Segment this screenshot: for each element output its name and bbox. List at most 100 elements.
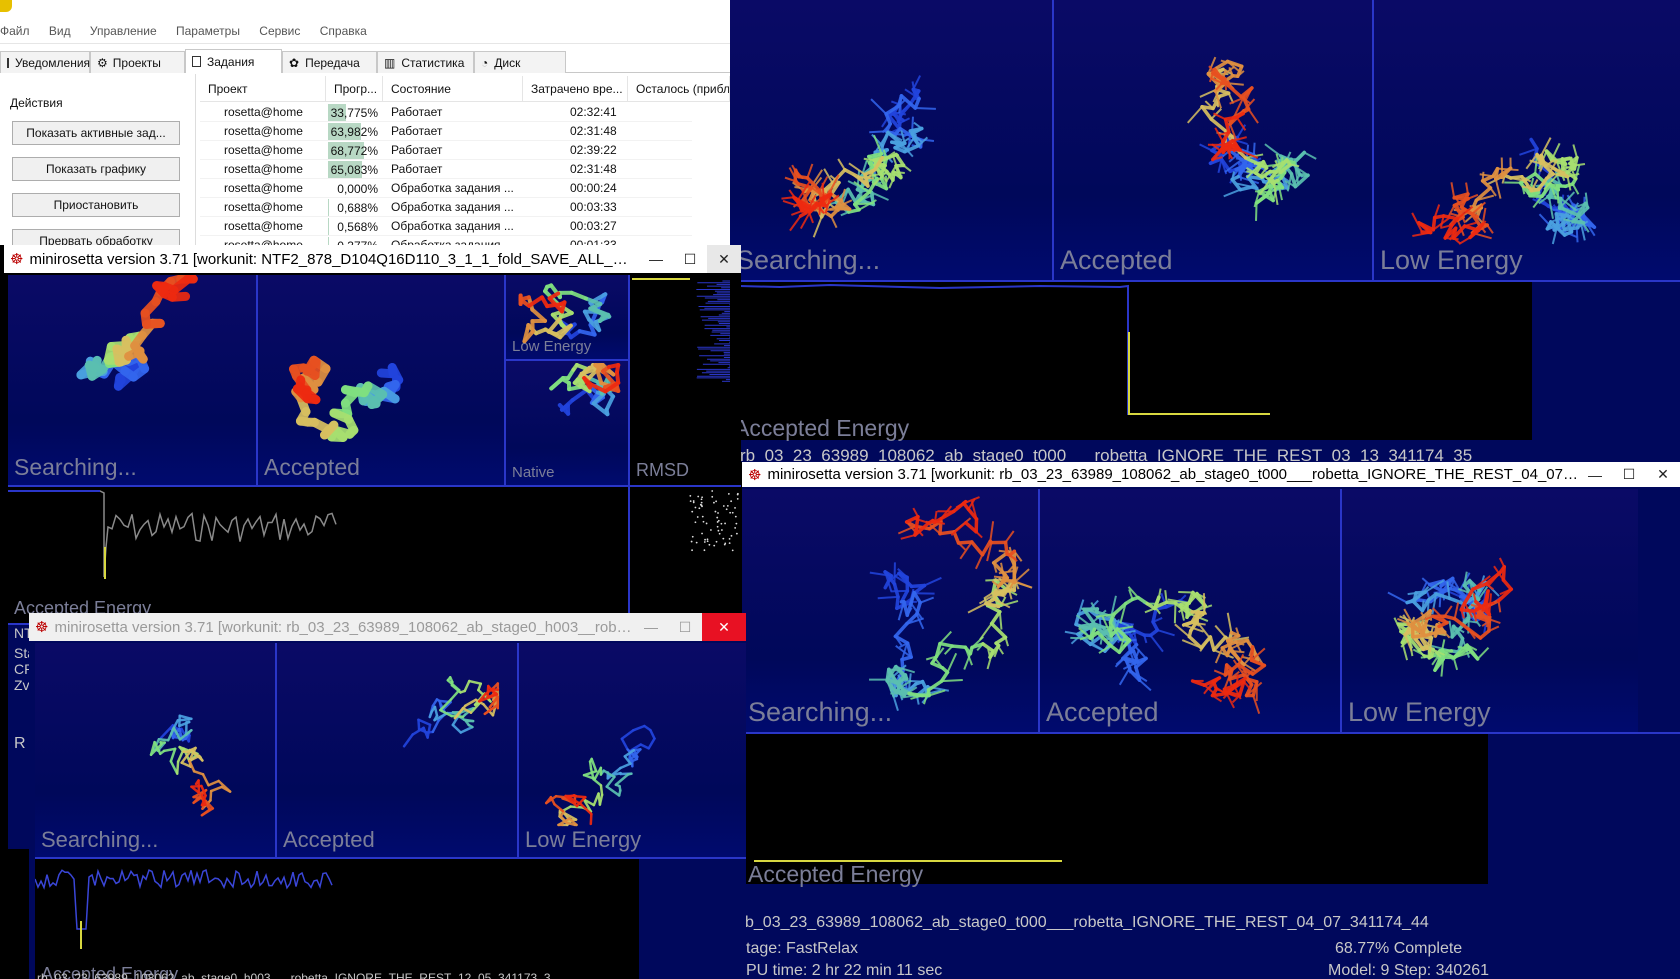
cell-elapsed: 00:01:33 (570, 238, 617, 245)
rmsd-histogram (632, 278, 730, 382)
progress-bar: 0,000% (328, 180, 380, 197)
progress-bar: 65,083% (328, 161, 380, 178)
table-row[interactable]: rosetta@home 0,000% Обработка задания ... 0… (200, 179, 692, 198)
graphics-window-d: ☸ minirosetta version 3.71 [workunit: rb… (29, 613, 746, 979)
progress-value: 0,688% (337, 201, 378, 215)
tab-tasks[interactable]: Задания (185, 49, 282, 73)
energy-plot: Accepted Energy (8, 487, 628, 623)
col-elapsed[interactable]: Затрачено вре... (523, 76, 628, 102)
workunit-label: rb_03_23_63989_108062_ab_stage0_h003___r… (37, 971, 551, 979)
notices-tab-icon (7, 57, 9, 68)
cell-state: Работает (391, 162, 443, 176)
show-active-tasks-button[interactable]: Показать активные зад... (12, 121, 180, 145)
progress-value: 33,775% (330, 106, 378, 120)
close-icon[interactable]: ✕ (1646, 462, 1680, 487)
disk-icon: ◔ (481, 55, 489, 70)
window-d-titlebar: ☸ minirosetta version 3.71 [workunit: rb… (29, 613, 746, 641)
graphics-window-b: ☸ minirosetta version 3.71 [workunit: rb… (742, 462, 1680, 979)
cell-elapsed: 00:03:27 (570, 219, 617, 233)
progress-bar: 63,982% (328, 123, 380, 140)
transfer-icon: ✿ (289, 55, 300, 70)
window-b-titlebar: ☸ minirosetta version 3.71 [workunit: rb… (742, 462, 1680, 487)
cpu-time-text: PU time: 2 hr 22 min 11 sec (746, 962, 943, 979)
stage-text: tage: FastRelax (746, 940, 859, 957)
menu-parameters[interactable]: Параметры (176, 24, 240, 38)
maximize-icon[interactable]: ☐ (673, 245, 707, 273)
close-icon[interactable]: ✕ (702, 613, 746, 641)
table-row[interactable]: rosetta@home 0,568% Обработка задания ... 0… (200, 217, 692, 236)
panel-rmsd: RMSD (630, 275, 741, 485)
menu-view[interactable]: Вид (49, 24, 71, 38)
rosetta-app-icon: ☸ (10, 251, 24, 268)
rosetta-app-icon: ☸ (748, 466, 762, 484)
table-row[interactable]: rosetta@home 68,772% Работает 02:39:22 (200, 141, 692, 160)
cell-state: Обработка задания ... (391, 181, 514, 195)
panel-low-energy: Low Energy (1342, 489, 1638, 732)
cell-project: rosetta@home (224, 238, 303, 245)
tab-projects[interactable]: ⚙ Проекты (90, 51, 185, 73)
complete-text: 68.77% Complete (1335, 940, 1463, 957)
minimize-icon[interactable]: — (1578, 462, 1612, 487)
projects-gear-icon: ⚙ (97, 55, 108, 70)
tab-transfer[interactable]: ✿ Передача (282, 51, 377, 73)
menu-help[interactable]: Справка (320, 24, 367, 38)
tab-statistics[interactable]: ▥ Статистика (377, 51, 474, 73)
actions-panel: Действия Показать активные зад... Показа… (0, 74, 196, 253)
panel-searching: Searching... (8, 275, 256, 485)
menu-control[interactable]: Управление (90, 24, 157, 38)
col-project[interactable]: Проект (200, 76, 326, 102)
minimize-icon[interactable]: — (639, 245, 673, 273)
cell-project: rosetta@home (224, 162, 303, 176)
window-title: minirosetta version 3.71 [workunit: NTF2… (29, 250, 639, 268)
statistics-icon: ▥ (384, 55, 396, 70)
energy-trace (34, 868, 333, 949)
panel-low-energy: Low Energy (1374, 0, 1680, 280)
cell-elapsed: 02:31:48 (570, 124, 617, 138)
window-title: minirosetta version 3.71 [workunit: rb_0… (767, 466, 1578, 483)
cell-elapsed: 02:31:48 (570, 162, 617, 176)
cell-project: rosetta@home (224, 124, 303, 138)
cell-state: Работает (391, 124, 443, 138)
table-row[interactable]: rosetta@home 63,982% Работает 02:31:48 (200, 122, 692, 141)
suspend-button[interactable]: Приостановить (12, 193, 180, 217)
table-row[interactable]: rosetta@home 0,688% Обработка задания ... 0… (200, 198, 692, 217)
cell-state: Обработка задания ... (391, 200, 514, 214)
energy-plot: Accepted Energy (742, 734, 1488, 887)
boinc-logo-icon (0, 0, 12, 12)
menu-bar: Файл Вид Управление Параметры Сервис Спр… (0, 0, 730, 44)
panel-accepted: Accepted (277, 643, 517, 857)
col-progress[interactable]: Прогр... (326, 76, 383, 102)
cell-project: rosetta@home (224, 200, 303, 214)
col-remaining[interactable]: Осталось (прибл (628, 76, 730, 102)
show-graphics-button[interactable]: Показать графику (12, 157, 180, 181)
panel-accepted: Accepted (258, 275, 504, 485)
table-row[interactable]: rosetta@home 33,775% Работает 02:32:41 (200, 103, 692, 122)
close-icon[interactable]: ✕ (707, 245, 741, 273)
menu-tools[interactable]: Сервис (259, 24, 300, 38)
progress-value: 0,568% (337, 220, 378, 234)
table-row[interactable]: rosetta@home 65,083% Работает 02:31:48 (200, 160, 692, 179)
cell-project: rosetta@home (224, 181, 303, 195)
rosetta-app-icon: ☸ (35, 619, 49, 636)
progress-bar: 68,772% (328, 142, 380, 159)
cell-elapsed: 00:00:24 (570, 181, 617, 195)
cell-state: Работает (391, 105, 443, 119)
panel-searching: Searching... (730, 0, 1052, 280)
tasks-table: Проект Прогр... Состояние Затрачено вре.… (200, 76, 730, 245)
menu-file[interactable]: Файл (0, 24, 30, 38)
minimize-icon[interactable]: — (634, 613, 668, 641)
boinc-manager-window: Файл Вид Управление Параметры Сервис Спр… (0, 0, 730, 253)
progress-value: 65,083% (330, 163, 378, 177)
cell-elapsed: 00:03:33 (570, 200, 617, 214)
maximize-icon[interactable]: ☐ (668, 613, 702, 641)
tab-disk[interactable]: ◔ Диск (474, 51, 566, 73)
panel-low-energy: Low Energy (506, 275, 628, 359)
cell-project: rosetta@home (224, 105, 303, 119)
progress-value: 68,772% (330, 144, 378, 158)
progress-bar: 33,775% (328, 104, 380, 121)
panel-searching: Searching... (35, 643, 275, 857)
col-state[interactable]: Состояние (383, 76, 523, 102)
maximize-icon[interactable]: ☐ (1612, 462, 1646, 487)
tab-notices[interactable]: Уведомления (0, 51, 90, 73)
table-row[interactable]: rosetta@home 0,377% Обработка задания ... 0… (200, 236, 692, 245)
